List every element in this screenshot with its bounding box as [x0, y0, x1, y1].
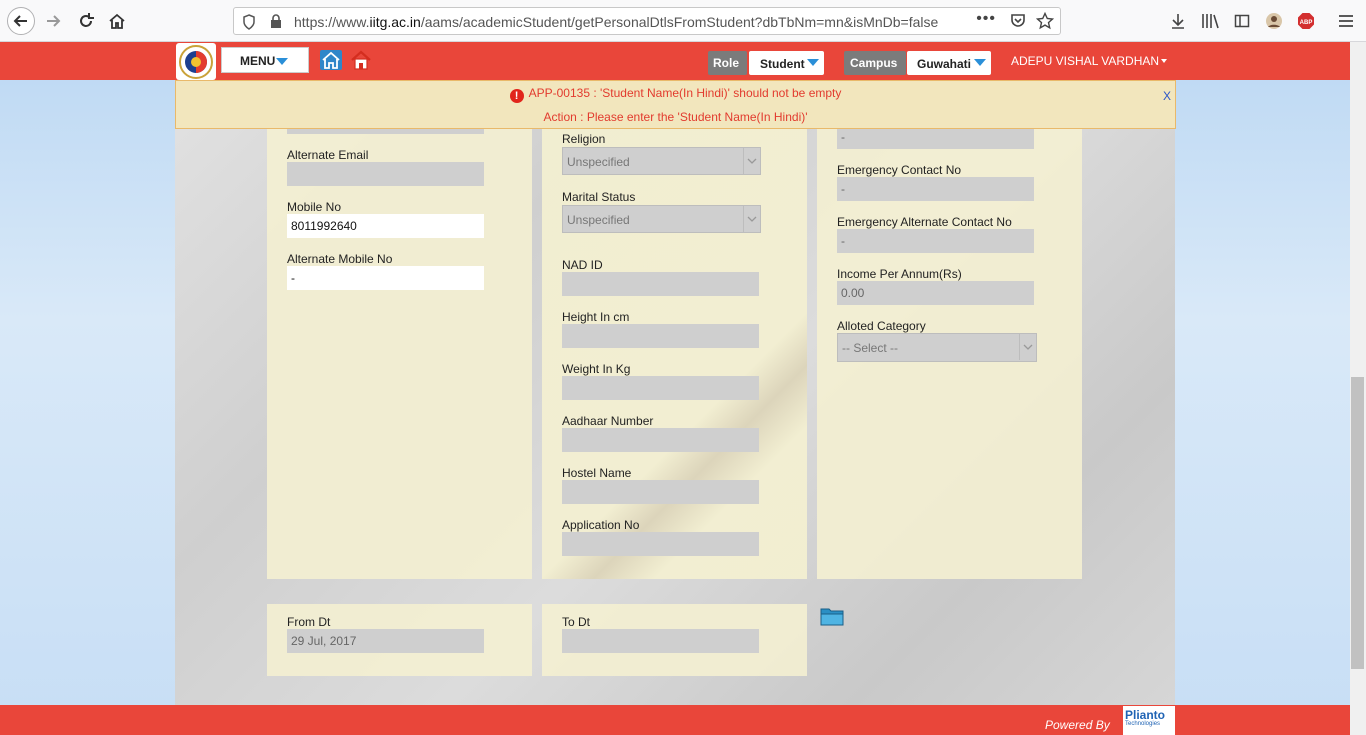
- reload-button[interactable]: [73, 8, 99, 34]
- marital-status-label: Marital Status: [562, 190, 636, 204]
- role-value: Student: [760, 57, 805, 71]
- campus-select[interactable]: Guwahati: [907, 51, 991, 75]
- campus-label: Campus: [844, 51, 906, 75]
- income-label: Income Per Annum(Rs): [837, 267, 962, 281]
- close-error-button[interactable]: X: [1163, 89, 1171, 103]
- chevron-down-icon: [743, 206, 760, 232]
- emergency-contact-label: Emergency Contact No: [837, 163, 962, 177]
- chevron-down-icon: [276, 58, 288, 65]
- from-date-field[interactable]: 29 Jul, 2017: [287, 629, 484, 653]
- user-menu[interactable]: ADEPU VISHAL VARDHAN: [1011, 54, 1159, 68]
- caret-down-icon[interactable]: [1161, 59, 1167, 63]
- error-message: APP-00135 : 'Student Name(In Hindi)' sho…: [528, 86, 842, 100]
- alloted-category-select[interactable]: -- Select --: [837, 333, 1037, 362]
- to-date-label: To Dt: [562, 615, 591, 629]
- download-icon[interactable]: [1168, 11, 1188, 31]
- role-select[interactable]: Student: [749, 51, 824, 75]
- page-actions-button[interactable]: •••: [976, 10, 996, 28]
- menu-label: MENU: [240, 54, 276, 68]
- aadhaar-label: Aadhaar Number: [562, 414, 654, 428]
- mobile-no-label: Mobile No: [287, 200, 342, 214]
- brand-subtitle: Technologies: [1125, 721, 1161, 727]
- campus-value: Guwahati: [917, 57, 972, 71]
- institute-logo: [176, 43, 216, 80]
- error-icon: !: [509, 89, 524, 103]
- religion-label: Religion: [562, 132, 606, 146]
- adblock-icon[interactable]: ABP: [1296, 11, 1316, 31]
- forward-button[interactable]: [40, 8, 66, 34]
- url-bar[interactable]: https://www.iitg.ac.in/aams/academicStud…: [233, 7, 1061, 35]
- chevron-down-icon: [974, 59, 986, 66]
- marital-status-value: Unspecified: [567, 213, 630, 227]
- hostel-name-field[interactable]: [562, 480, 759, 504]
- emergency-alt-contact-field[interactable]: -: [837, 229, 1034, 253]
- application-no-label: Application No: [562, 518, 640, 532]
- extension-avatar-icon[interactable]: [1264, 11, 1284, 31]
- menu-button[interactable]: MENU: [221, 47, 309, 73]
- religion-select[interactable]: Unspecified: [562, 147, 761, 175]
- chevron-down-icon: [743, 148, 760, 174]
- reload-icon: [80, 13, 94, 27]
- error-action: Action : Please enter the 'Student Name(…: [543, 110, 808, 124]
- chevron-down-icon: [1019, 334, 1036, 360]
- shield-icon[interactable]: [242, 14, 256, 33]
- hamburger-menu-icon[interactable]: [1336, 11, 1356, 31]
- adblock-label: ABP: [1300, 20, 1313, 26]
- alloted-category-value: -- Select --: [842, 341, 899, 355]
- scrollbar-thumb[interactable]: [1351, 377, 1364, 669]
- house-icon[interactable]: [350, 50, 372, 73]
- browser-home-button[interactable]: [104, 8, 130, 34]
- url-domain: iitg.ac.in: [369, 14, 421, 30]
- top-value-field[interactable]: -: [837, 126, 1034, 149]
- home-icon[interactable]: [320, 50, 342, 73]
- role-label: Role: [708, 51, 747, 75]
- marital-status-select[interactable]: Unspecified: [562, 205, 761, 233]
- url-text[interactable]: https://www.iitg.ac.in/aams/academicStud…: [294, 14, 938, 30]
- alternate-email-label: Alternate Email: [287, 148, 369, 162]
- powered-by-text: Powered By: [1045, 718, 1110, 732]
- library-icon[interactable]: [1200, 11, 1220, 31]
- weight-field[interactable]: [562, 376, 759, 400]
- mobile-no-field[interactable]: 8011992640: [287, 214, 484, 238]
- emergency-contact-field[interactable]: -: [837, 177, 1034, 201]
- aadhaar-field[interactable]: [562, 428, 759, 452]
- arrow-right-icon: [47, 15, 61, 27]
- emergency-alt-contact-label: Emergency Alternate Contact No: [837, 215, 1012, 229]
- back-button[interactable]: [7, 7, 35, 35]
- url-prefix: https://www.: [294, 14, 370, 30]
- nad-id-field[interactable]: [562, 272, 759, 296]
- error-banner: ! APP-00135 : 'Student Name(In Hindi)' sh…: [175, 80, 1176, 129]
- chevron-down-icon: [807, 59, 819, 66]
- to-date-field[interactable]: [562, 629, 759, 653]
- application-no-field[interactable]: [562, 532, 759, 556]
- pocket-icon[interactable]: [1010, 13, 1026, 32]
- url-path: /aams/academicStudent/getPersonalDtlsFro…: [420, 14, 939, 30]
- income-field[interactable]: 0.00: [837, 281, 1034, 305]
- plianto-logo[interactable]: Plianto Technologies: [1123, 706, 1175, 735]
- hostel-name-label: Hostel Name: [562, 466, 632, 480]
- browser-toolbar: https://www.iitg.ac.in/aams/academicStud…: [0, 0, 1366, 42]
- weight-label: Weight In Kg: [562, 362, 631, 376]
- arrow-left-icon: [13, 15, 27, 27]
- sidebar-icon[interactable]: [1232, 11, 1252, 31]
- bookmark-star-icon[interactable]: [1035, 11, 1055, 33]
- alternate-mobile-label: Alternate Mobile No: [287, 252, 393, 266]
- home-icon: [109, 13, 125, 29]
- error-message-row: ! APP-00135 : 'Student Name(In Hindi)' sh…: [176, 86, 1175, 103]
- height-label: Height In cm: [562, 310, 630, 324]
- nad-id-label: NAD ID: [562, 258, 603, 272]
- religion-value: Unspecified: [567, 155, 630, 169]
- alternate-mobile-field[interactable]: -: [287, 266, 484, 290]
- height-field[interactable]: [562, 324, 759, 348]
- lock-icon[interactable]: [270, 14, 282, 32]
- alloted-category-label: Alloted Category: [837, 319, 926, 333]
- alternate-email-field[interactable]: [287, 162, 484, 186]
- from-date-label: From Dt: [287, 615, 331, 629]
- brand-name: Plianto: [1125, 708, 1166, 722]
- folder-icon[interactable]: [820, 606, 844, 629]
